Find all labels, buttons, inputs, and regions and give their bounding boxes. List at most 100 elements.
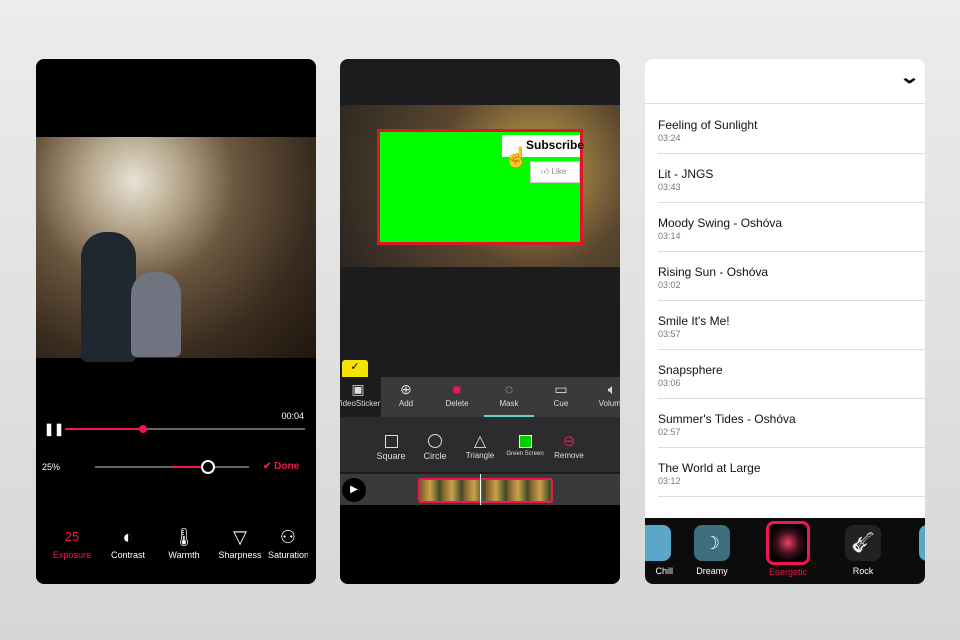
song-item[interactable]: Snapsphere 03:06 <box>658 350 925 399</box>
song-item[interactable]: The World at Large 03:12 <box>658 448 925 497</box>
triangle-icon: ▽ <box>233 527 247 547</box>
tool-warmth[interactable]: 🌡︎ Warmth <box>156 524 212 560</box>
shape-label: Remove <box>554 451 584 460</box>
video-preview: Subscribe 👍︎ Like ☝ <box>340 105 620 267</box>
tool-contrast[interactable]: ◐ Contrast <box>100 524 156 560</box>
genre-label: Rock <box>852 566 874 576</box>
intensity-label: 25% <box>42 462 61 472</box>
tab-volume[interactable]: 🔈︎ Volume <box>587 377 620 408</box>
tool-label: Sharpness <box>218 550 262 560</box>
guitar-icon: 🎸︎ <box>845 525 881 561</box>
genre-chill[interactable]: Chill <box>645 525 685 576</box>
tab-label: Delete <box>445 399 469 408</box>
tab-label: Cue <box>553 399 569 408</box>
video-editor-screen: Subscribe 👍︎ Like ☝ ✓ ▣ VideoSticker ⊕ Add… <box>340 59 620 584</box>
playhead[interactable] <box>480 474 481 505</box>
tool-label: Contrast <box>110 550 145 560</box>
tab-mask[interactable]: ◌ Mask <box>484 377 534 417</box>
tab-label: Volume <box>598 399 620 408</box>
song-title: Moody Swing - Oshóva <box>658 216 783 230</box>
shape-label: Circle <box>423 451 447 461</box>
next-genre-thumbnail[interactable] <box>919 525 925 561</box>
shape-green-screen[interactable]: Green Screen <box>502 431 548 457</box>
edit-toolbar: ▣ VideoSticker ⊕ Add ■ Delete ◌ Mask ▭ Cue 🔈︎… <box>340 377 620 417</box>
song-duration: 03:14 <box>658 231 681 241</box>
cue-icon: ▭ <box>554 381 568 397</box>
remove-icon: ⊖ <box>562 433 576 450</box>
scrubber-handle[interactable] <box>139 425 147 433</box>
thermometer-icon: 🌡︎ <box>172 527 196 547</box>
shape-label: Square <box>376 451 406 461</box>
check-icon: ✔ <box>263 461 275 472</box>
song-item[interactable]: Moody Swing - Oshóva 03:14 <box>658 203 925 252</box>
shape-remove[interactable]: ⊖ Remove <box>546 431 592 460</box>
thumbs-up-icon: 👍︎ <box>541 167 550 176</box>
exposure-value: 25 <box>64 529 80 544</box>
mask-icon: ◌ <box>504 381 514 397</box>
circle-icon <box>412 431 458 451</box>
video-preview <box>36 137 316 362</box>
done-button[interactable]: ✔ Done <box>263 461 299 472</box>
tool-sharpness[interactable]: ▽ Sharpness <box>212 524 268 560</box>
song-item[interactable]: Rising Sun - Oshóva 03:02 <box>658 252 925 301</box>
child-figure <box>131 272 181 357</box>
timeline: ▶ <box>340 474 620 505</box>
genre-label: Dreamy <box>696 566 728 576</box>
video-clip[interactable] <box>418 478 553 503</box>
tab-label: Mask <box>499 399 519 408</box>
song-duration: 03:06 <box>658 378 681 388</box>
song-title: The World at Large <box>658 461 761 475</box>
genre-rock[interactable]: 🎸︎ Rock <box>833 525 893 576</box>
song-title: Summer's Tides - Oshóva <box>658 412 796 426</box>
tool-exposure[interactable]: 25 Exposure <box>44 524 100 560</box>
chevron-down-icon[interactable]: ⌄ <box>899 67 920 88</box>
song-item[interactable]: Lit - JNGS 03:43 <box>658 154 925 203</box>
tool-label: Saturation <box>268 550 308 560</box>
contrast-icon: ◐ <box>122 527 134 547</box>
moon-icon: ☽ <box>694 525 730 561</box>
song-duration: 03:43 <box>658 182 681 192</box>
person-figure <box>81 232 136 362</box>
tool-label: Warmth <box>168 550 200 560</box>
intensity-slider[interactable] <box>95 460 249 474</box>
done-label: Done <box>274 461 300 472</box>
song-title: Smile It's Me! <box>658 314 730 328</box>
genre-bar: Chill ☽ Dreamy Energetic 🎸︎ Rock <box>645 518 925 584</box>
song-item[interactable]: Smile It's Me! 03:57 <box>658 301 925 350</box>
pause-button[interactable]: ❚❚ <box>44 422 64 436</box>
tool-saturation[interactable]: ⚇ Saturation <box>268 524 308 560</box>
circles-icon: ⚇ <box>279 527 297 547</box>
trash-icon: ■ <box>452 381 462 397</box>
green-square-icon <box>502 431 548 451</box>
shape-circle[interactable]: Circle <box>412 431 458 461</box>
tab-delete[interactable]: ■ Delete <box>432 377 482 408</box>
tab-add[interactable]: ⊕ Add <box>381 377 431 408</box>
genre-label: Energetic <box>768 567 808 577</box>
play-button[interactable]: ▶ <box>342 478 366 502</box>
slider-handle[interactable] <box>201 460 215 474</box>
song-title: Rising Sun - Oshóva <box>658 265 769 279</box>
video-icon: ▣ <box>351 381 365 397</box>
shape-label: Triangle <box>465 451 495 460</box>
song-duration: 03:24 <box>658 133 681 143</box>
song-title: Snapsphere <box>658 363 723 377</box>
song-title: Feeling of Sunlight <box>658 118 758 132</box>
shape-triangle[interactable]: △ Triangle <box>457 431 503 460</box>
time-label: 00:04 <box>281 411 304 421</box>
photo-editor-screen: 00:04 ❚❚ 25% ✔ Done 25 Exposure ◐ Contrast… <box>36 59 316 584</box>
playback-scrubber[interactable] <box>65 425 305 433</box>
song-title: Lit - JNGS <box>658 167 714 181</box>
confirm-button[interactable]: ✓ <box>342 360 368 377</box>
song-item[interactable]: Feeling of Sunlight 03:24 <box>658 105 925 154</box>
song-item[interactable]: Summer's Tides - Oshóva 02:57 <box>658 399 925 448</box>
music-picker-screen: ⌄ Feeling of Sunlight 03:24 Lit - JNGS 03:4… <box>645 59 925 584</box>
genre-dreamy[interactable]: ☽ Dreamy <box>682 525 742 576</box>
square-icon <box>368 431 414 451</box>
tab-cue[interactable]: ▭ Cue <box>536 377 586 408</box>
tab-videosticker[interactable]: ▣ VideoSticker <box>340 377 381 417</box>
shape-square[interactable]: Square <box>368 431 414 461</box>
like-text: Like <box>551 167 567 176</box>
song-duration: 03:02 <box>658 280 681 290</box>
chill-thumbnail <box>645 525 671 561</box>
genre-energetic[interactable]: Energetic <box>758 521 818 577</box>
